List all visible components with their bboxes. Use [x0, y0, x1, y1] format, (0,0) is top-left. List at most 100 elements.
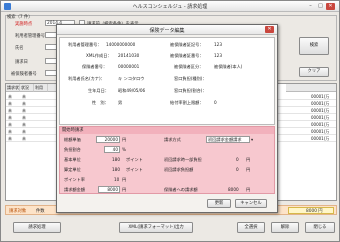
col-header[interactable]: 状況: [20, 84, 34, 92]
insurance-edit-dialog: 保険データ編集 ✕ 利用者管理番号： 14000000000 被保険者証記号： …: [56, 24, 278, 213]
col-header[interactable]: [286, 84, 336, 92]
calc-unit-suffix: ポイント: [126, 167, 143, 172]
cell: 未: [22, 94, 26, 99]
update-button[interactable]: 更新: [207, 199, 231, 208]
limit-value: 0: [214, 100, 217, 105]
claim-label: 請求日: [15, 60, 28, 65]
cell: 未: [22, 115, 26, 120]
close-button[interactable]: 閉じる: [305, 222, 335, 233]
xml-date-label: XML作成日：: [86, 53, 112, 58]
insurer-claim-value: 8000: [228, 187, 239, 192]
cell: 未: [8, 94, 12, 99]
window-title: ヘルスコンシェルジュ - 請求処理: [132, 4, 208, 10]
insured-no-value: 123: [214, 53, 222, 58]
insurer-sym-value: 123: [214, 42, 222, 47]
insurer-sym-label: 被保険者証記号：: [170, 42, 204, 47]
claim-amount-suffix: 円: [122, 187, 127, 192]
ins-type-label: 被保険者区分：: [174, 64, 204, 69]
claim-amount-label: 請求額金額: [64, 187, 85, 192]
point-rate-value: 10: [114, 177, 120, 182]
title-bar: ヘルスコンシェルジュ - 請求処理 – □ ✕: [1, 1, 339, 12]
select-all-button[interactable]: 全選択: [237, 222, 265, 233]
cell: 未: [8, 136, 12, 141]
chevron-down-icon[interactable]: ▾: [251, 137, 253, 142]
cell: 未: [8, 115, 12, 120]
claim-process-button[interactable]: 請求処理: [13, 222, 61, 233]
cell: 未: [8, 122, 12, 127]
total-unit-suffix: 円: [122, 137, 127, 142]
patient-info-panel: 利用者管理番号： 14000000000 被保険者証記号： 123 XML作成日…: [59, 37, 275, 125]
share-label: 窓口負担(割合)：: [174, 88, 207, 93]
xml-output-button[interactable]: XML(請求フォーマット)出力: [119, 222, 193, 233]
total-unit-label: 総額単価: [64, 137, 81, 142]
first-share-label: 初回請求時一部負担: [164, 157, 202, 162]
point-rate-label: ポイント率: [64, 177, 85, 182]
share-rate-input[interactable]: 40: [104, 146, 120, 153]
birth-value: 昭和49/05/06: [118, 88, 146, 93]
billing-panel: 開始時請求 総額単価 20000 円 請求方式 初回請求金額請求 ▾ 負担割合 …: [59, 126, 275, 194]
manage-no-value: 14000000000: [106, 42, 136, 47]
ins-no-label: 保険者番号：: [82, 64, 108, 69]
first-amount-suffix: 円: [246, 167, 251, 172]
cell: 00001(万: [311, 115, 330, 120]
cell: 00001(万: [311, 108, 330, 113]
maximize-icon[interactable]: □: [316, 3, 325, 10]
cell: 未: [22, 108, 26, 113]
search-button[interactable]: 検索: [299, 37, 329, 55]
dialog-close-icon[interactable]: ✕: [265, 26, 274, 33]
minimize-icon[interactable]: –: [306, 3, 315, 10]
billing-head: 開始時請求: [60, 127, 274, 134]
calc-unit-label: 算定単位: [64, 167, 81, 172]
dialog-title-bar: 保険データ編集 ✕: [57, 25, 277, 35]
cell: 未: [8, 129, 12, 134]
ins-no-value: 00000001: [118, 64, 140, 69]
insured-no-label: 被保険者証番号：: [170, 53, 204, 58]
point-rate-suffix: 円: [122, 177, 127, 182]
cell: 00001(万: [311, 101, 330, 106]
xml-date-value: 20141030: [118, 53, 140, 58]
sex-value: 男: [118, 100, 123, 105]
deselect-button[interactable]: 解除: [271, 222, 299, 233]
exec-date-label: 実施時点: [15, 22, 33, 27]
cell: 未: [22, 122, 26, 127]
cell: 未: [22, 101, 26, 106]
cell: 未: [8, 101, 12, 106]
kana-value: キ ンコタロウ: [118, 76, 145, 81]
method-label: 請求方式: [164, 137, 181, 142]
insurer-claim-suffix: 円: [246, 187, 251, 192]
provider-label: 利用者管理番号: [15, 34, 46, 39]
cell: 00001(万: [311, 136, 330, 141]
insured-label: 被保険者番号: [11, 72, 37, 77]
limit-label: 給付率割上限額：: [170, 100, 204, 105]
share-rate-suffix: %: [122, 147, 126, 152]
cancel-button[interactable]: キャンセル: [235, 199, 267, 208]
cell: 00001(万: [311, 122, 330, 127]
clinic-type-label: 窓口負担(種別)：: [174, 76, 207, 81]
calc-unit-value: 180: [112, 167, 120, 172]
cell: 00001(万: [311, 94, 330, 99]
base-unit-suffix: ポイント: [126, 157, 143, 162]
cell: 未: [22, 129, 26, 134]
base-unit-value: 180: [112, 157, 120, 162]
cell: 未: [8, 108, 12, 113]
ins-type-value: 被保険者(本人): [214, 64, 243, 69]
total-value: 8000 円: [306, 209, 323, 214]
claim-amount-input[interactable]: 8000: [98, 186, 120, 193]
col-header[interactable]: 請求状態: [6, 84, 20, 92]
col-header[interactable]: 利用: [34, 84, 48, 92]
first-amount-label: 初回請求負担額: [164, 167, 194, 172]
close-icon[interactable]: ✕: [326, 3, 335, 10]
manage-no-label: 利用者管理番号：: [68, 42, 102, 47]
share-rate-label: 負担割合: [64, 147, 81, 152]
clear-button[interactable]: クリア: [299, 67, 329, 77]
search-group-label: 検索（7 件）: [7, 15, 33, 20]
method-select[interactable]: 初回請求金額請求: [206, 136, 250, 143]
cell: 00001(万: [311, 129, 330, 134]
insurer-claim-label: 保険者への請求額: [164, 187, 198, 192]
first-amount-value: 0: [236, 167, 239, 172]
kana-label: 利用者氏名(カナ)：: [68, 76, 105, 81]
cell: 未: [22, 136, 26, 141]
birth-label: 生年月日：: [88, 88, 109, 93]
first-share-value: 0: [236, 157, 239, 162]
total-unit-input[interactable]: 20000: [96, 136, 120, 143]
